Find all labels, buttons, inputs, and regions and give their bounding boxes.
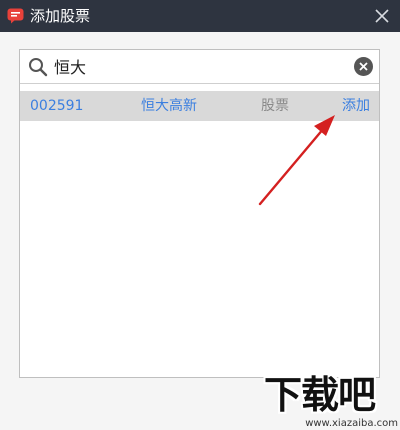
watermark-title: 下载吧 [264, 373, 376, 417]
stock-code: 002591 [30, 98, 84, 114]
search-icon [29, 58, 48, 77]
table-row[interactable]: 002591 恒大高新 股票 添加 [20, 91, 379, 121]
clear-icon[interactable] [354, 57, 373, 76]
add-button[interactable]: 添加 [342, 91, 370, 121]
search-bar [20, 50, 379, 84]
window-title: 添加股票 [30, 7, 91, 25]
close-icon[interactable] [372, 6, 392, 26]
watermark-logo: 下载吧 www.xiazaiba.com [264, 372, 400, 430]
stock-search-panel: 002591 恒大高新 股票 添加 [19, 49, 380, 378]
title-bar: 添加股票 [0, 0, 400, 32]
chat-bubble-icon [7, 8, 24, 24]
stock-type: 股票 [261, 98, 289, 114]
search-input[interactable] [54, 54, 344, 78]
stock-name: 恒大高新 [141, 98, 197, 114]
watermark-url: www.xiazaiba.com [305, 418, 398, 429]
